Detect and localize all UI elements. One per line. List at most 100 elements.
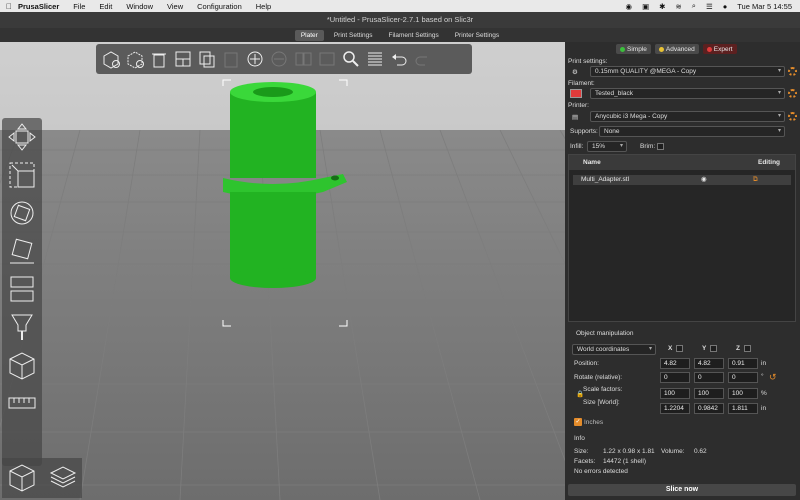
filament-combo[interactable]: Tested_black ▾ <box>590 88 785 99</box>
axis-z-checkbox[interactable] <box>744 345 751 352</box>
3d-view-button[interactable] <box>2 458 41 496</box>
delete-object-button[interactable] <box>124 47 146 71</box>
paint-supports-button[interactable] <box>2 308 42 346</box>
position-z-field[interactable]: 0.91 <box>728 358 758 369</box>
rotate-tool-button[interactable] <box>2 194 42 232</box>
cut-tool-button[interactable] <box>2 270 42 308</box>
filament-value: Tested_black <box>595 90 633 97</box>
filament-gear-icon[interactable] <box>788 89 797 98</box>
preview-button[interactable] <box>43 458 82 496</box>
scale-tool-button[interactable] <box>2 156 42 194</box>
scale-y-field[interactable]: 100 <box>694 388 724 399</box>
control-center-icon[interactable]: ☰ <box>706 2 713 11</box>
coordinates-combo[interactable]: World coordinates ▾ <box>572 344 656 355</box>
mode-expert-button[interactable]: Expert <box>702 44 737 54</box>
model-multi-adapter[interactable] <box>215 78 355 328</box>
3d-viewport[interactable] <box>0 42 565 500</box>
print-settings-gear-icon[interactable] <box>788 67 797 76</box>
position-x-field[interactable]: 4.82 <box>660 358 690 369</box>
eye-visibility-icon[interactable]: ◉ <box>701 175 707 185</box>
paste-button[interactable] <box>220 47 242 71</box>
axis-x-checkbox[interactable] <box>676 345 683 352</box>
paste-icon <box>224 52 238 68</box>
redo-button[interactable] <box>412 47 434 71</box>
eye-status-icon[interactable]: ◉ <box>626 2 633 11</box>
infill-combo[interactable]: 15% ▾ <box>587 141 627 152</box>
add-object-button[interactable] <box>100 47 122 71</box>
search-button[interactable] <box>340 47 362 71</box>
place-on-face-button[interactable] <box>2 232 42 270</box>
size-y-field[interactable]: 0.9842 <box>694 403 724 414</box>
rotate-y-field[interactable]: 0 <box>694 372 724 383</box>
layers-editing-button[interactable] <box>364 47 386 71</box>
size-z-field[interactable]: 1.811 <box>728 403 758 414</box>
supports-value: None <box>604 128 620 135</box>
minus-circle-icon <box>271 51 287 67</box>
place-on-face-icon <box>10 238 34 264</box>
magnifier-icon <box>343 51 359 67</box>
supports-combo[interactable]: None ▾ <box>599 126 785 137</box>
menubar-clock[interactable]: Tue Mar 5 14:55 <box>737 2 792 11</box>
inches-checkbox[interactable]: ✓ <box>574 418 582 426</box>
rotate-z-field[interactable]: 0 <box>728 372 758 383</box>
position-unit: in <box>761 360 767 367</box>
info-volume-value: 0.62 <box>694 448 707 455</box>
split-parts-button[interactable] <box>316 47 338 71</box>
remove-instance-button[interactable] <box>268 47 290 71</box>
slice-now-button[interactable]: Slice now <box>568 484 796 496</box>
tab-print-settings[interactable]: Print Settings <box>328 30 379 41</box>
copy-button[interactable] <box>196 47 218 71</box>
scale-z-field[interactable]: 100 <box>728 388 758 399</box>
menu-view[interactable]: View <box>167 2 183 11</box>
top-toolbar <box>96 44 472 74</box>
brim-checkbox[interactable] <box>657 143 664 150</box>
printer-gear-icon[interactable] <box>788 112 797 121</box>
notification-icon[interactable]: ▣ <box>642 2 649 11</box>
reset-rotation-icon[interactable]: ↺ <box>769 372 777 383</box>
delete-all-button[interactable] <box>148 47 170 71</box>
menu-file[interactable]: File <box>73 2 85 11</box>
size-x-field[interactable]: 1.2204 <box>660 403 690 414</box>
object-row[interactable]: Multi_Adapter.stl ◉ ⧉ <box>573 175 791 185</box>
printer-combo[interactable]: Anycubic i3 Mega - Copy ▾ <box>590 111 785 122</box>
split-objects-button[interactable] <box>292 47 314 71</box>
supports-label: Supports: <box>570 128 598 135</box>
split-parts-icon <box>319 52 335 66</box>
measure-tool-button[interactable] <box>2 384 42 422</box>
position-y-field[interactable]: 4.82 <box>694 358 724 369</box>
menu-window[interactable]: Window <box>126 2 153 11</box>
seam-painting-button[interactable] <box>2 346 42 384</box>
menu-help[interactable]: Help <box>256 2 271 11</box>
tab-printer-settings[interactable]: Printer Settings <box>449 30 505 41</box>
apple-menu-icon[interactable]:  <box>0 2 18 11</box>
print-settings-value: 0.15mm QUALITY @MEGA - Copy <box>595 68 697 75</box>
add-instance-button[interactable] <box>244 47 266 71</box>
chevron-down-icon: ▾ <box>648 346 652 352</box>
menu-configuration[interactable]: Configuration <box>197 2 242 11</box>
tab-plater[interactable]: Plater <box>294 29 324 41</box>
app-menu[interactable]: PrusaSlicer <box>18 2 59 11</box>
print-settings-combo[interactable]: 0.15mm QUALITY @MEGA - Copy ▾ <box>590 66 785 77</box>
axis-x-label: X <box>668 345 673 352</box>
column-name[interactable]: Name <box>583 159 713 166</box>
layers-icon <box>368 52 382 66</box>
rotate-x-field[interactable]: 0 <box>660 372 690 383</box>
object-list: Name Editing Multi_Adapter.stl ◉ ⧉ <box>568 154 796 322</box>
mode-simple-button[interactable]: Simple <box>616 44 651 54</box>
scale-x-field[interactable]: 100 <box>660 388 690 399</box>
siri-icon[interactable]: ● <box>723 2 728 11</box>
move-tool-button[interactable] <box>2 118 42 156</box>
mode-advanced-button[interactable]: Advanced <box>654 44 699 54</box>
filament-color-swatch[interactable] <box>570 89 582 98</box>
wifi-icon[interactable]: ≋ <box>675 2 681 11</box>
tab-filament-settings[interactable]: Filament Settings <box>383 30 445 41</box>
search-icon[interactable]: ⌕ <box>692 1 696 11</box>
arrange-button[interactable] <box>172 47 194 71</box>
undo-button[interactable] <box>388 47 410 71</box>
column-editing[interactable]: Editing <box>758 159 780 166</box>
axis-y-checkbox[interactable] <box>710 345 717 352</box>
edit-settings-icon[interactable]: ⧉ <box>753 175 758 185</box>
bluetooth-icon[interactable]: ✱ <box>659 2 665 11</box>
filament-label: Filament: <box>568 80 595 87</box>
menu-edit[interactable]: Edit <box>99 2 112 11</box>
